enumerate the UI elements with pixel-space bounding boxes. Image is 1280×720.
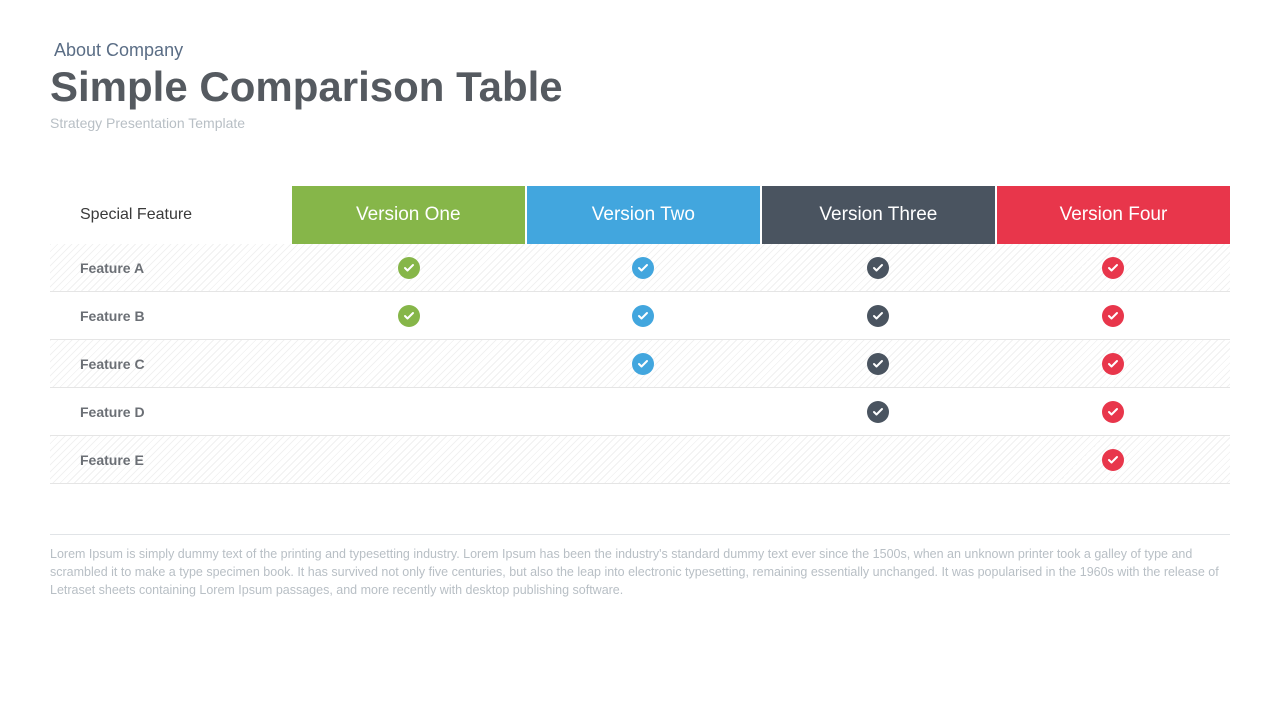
footer-divider bbox=[50, 534, 1230, 535]
table-header-row: Special Feature Version One Version Two … bbox=[50, 186, 1230, 244]
table-row: Feature A bbox=[50, 244, 1230, 292]
comparison-table: Special Feature Version One Version Two … bbox=[50, 186, 1230, 484]
feature-label: Feature A bbox=[50, 244, 291, 291]
feature-cell bbox=[291, 244, 526, 291]
table-row: Feature D bbox=[50, 388, 1230, 436]
check-icon bbox=[1102, 401, 1124, 423]
check-icon bbox=[867, 353, 889, 375]
page-title: Simple Comparison Table bbox=[50, 63, 1230, 111]
col-header-v4: Version Four bbox=[997, 186, 1230, 244]
feature-cell bbox=[995, 436, 1230, 483]
feature-cell bbox=[526, 340, 761, 387]
check-icon bbox=[1102, 305, 1124, 327]
table-row: Feature B bbox=[50, 292, 1230, 340]
feature-cell bbox=[291, 388, 526, 435]
check-icon bbox=[1102, 257, 1124, 279]
check-icon bbox=[632, 353, 654, 375]
feature-cell bbox=[291, 340, 526, 387]
page-subtitle: Strategy Presentation Template bbox=[50, 115, 1230, 131]
check-icon bbox=[867, 305, 889, 327]
feature-cell bbox=[761, 292, 996, 339]
check-icon bbox=[867, 257, 889, 279]
feature-cell bbox=[761, 244, 996, 291]
feature-cell bbox=[291, 292, 526, 339]
feature-cell bbox=[526, 436, 761, 483]
check-icon bbox=[1102, 449, 1124, 471]
footer-text: Lorem Ipsum is simply dummy text of the … bbox=[50, 545, 1230, 599]
feature-cell bbox=[291, 436, 526, 483]
feature-cell bbox=[995, 292, 1230, 339]
check-icon bbox=[867, 401, 889, 423]
feature-label: Feature E bbox=[50, 436, 291, 483]
feature-cell bbox=[761, 436, 996, 483]
feature-cell bbox=[526, 292, 761, 339]
check-icon bbox=[1102, 353, 1124, 375]
col-header-v2: Version Two bbox=[527, 186, 760, 244]
col-header-v1: Version One bbox=[292, 186, 525, 244]
feature-cell bbox=[526, 244, 761, 291]
feature-label: Feature D bbox=[50, 388, 291, 435]
feature-cell bbox=[995, 244, 1230, 291]
check-icon bbox=[632, 257, 654, 279]
feature-cell bbox=[526, 388, 761, 435]
check-icon bbox=[632, 305, 654, 327]
feature-cell bbox=[995, 388, 1230, 435]
feature-label: Feature B bbox=[50, 292, 291, 339]
feature-cell bbox=[995, 340, 1230, 387]
col-header-feature: Special Feature bbox=[50, 186, 290, 244]
table-row: Feature C bbox=[50, 340, 1230, 388]
kicker-text: About Company bbox=[54, 40, 1230, 61]
table-row: Feature E bbox=[50, 436, 1230, 484]
col-header-v3: Version Three bbox=[762, 186, 995, 244]
feature-label: Feature C bbox=[50, 340, 291, 387]
feature-cell bbox=[761, 340, 996, 387]
feature-cell bbox=[761, 388, 996, 435]
check-icon bbox=[398, 305, 420, 327]
check-icon bbox=[398, 257, 420, 279]
